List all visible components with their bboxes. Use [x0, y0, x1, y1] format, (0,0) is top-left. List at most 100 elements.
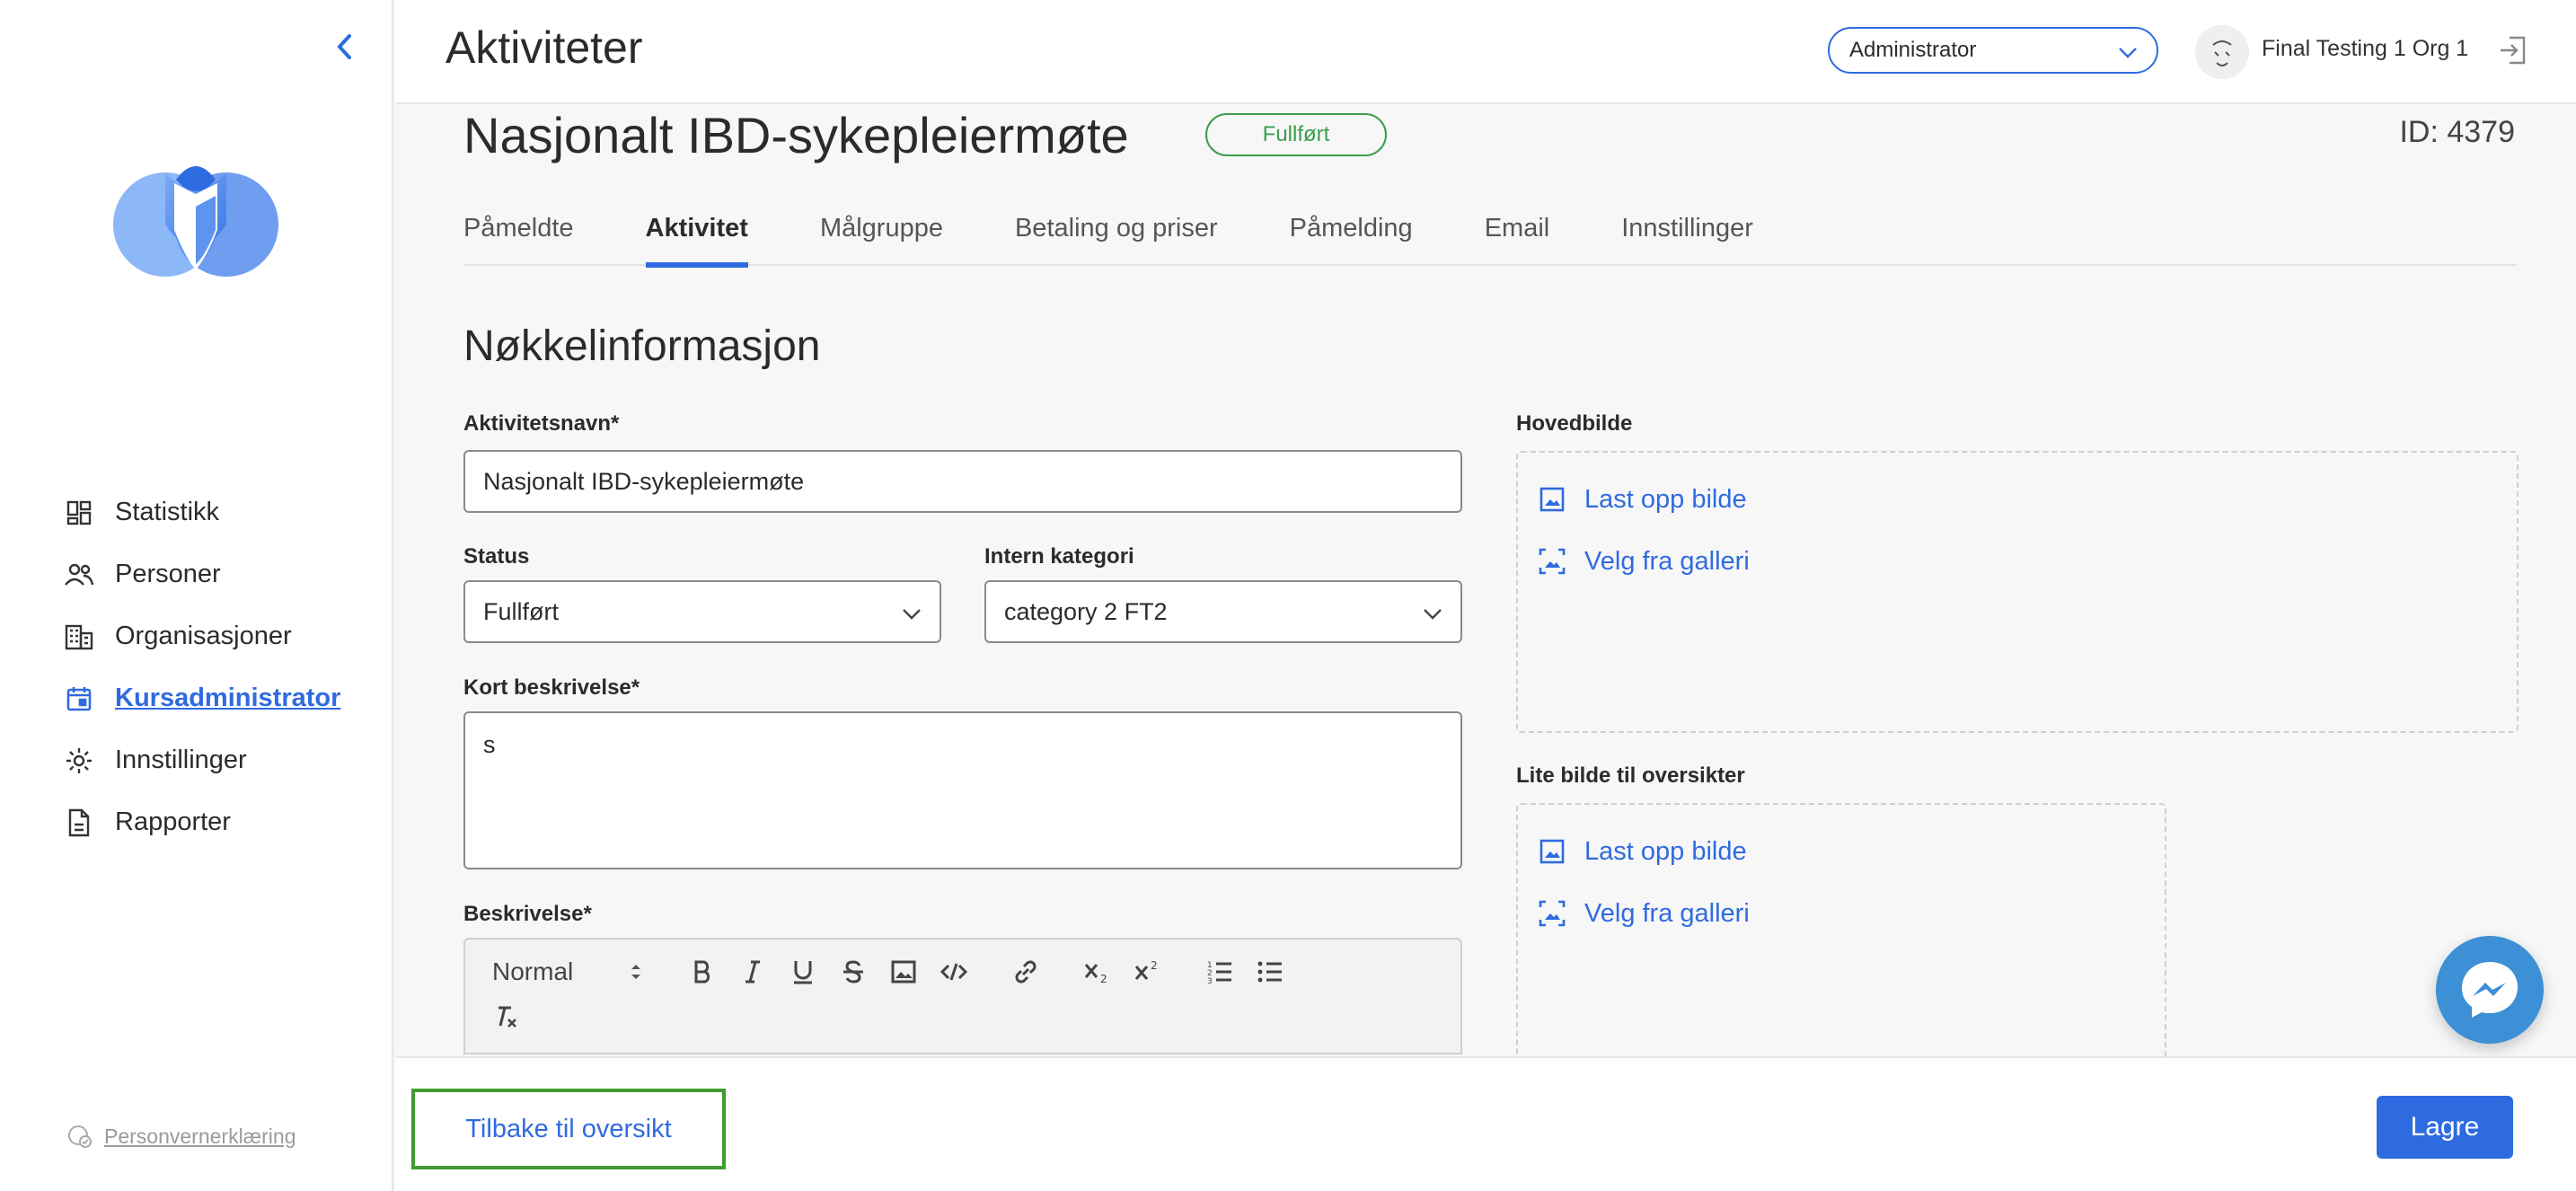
- gallery-icon: [1536, 897, 1568, 930]
- category-select[interactable]: category 2 FT2: [984, 580, 1462, 643]
- activity-id: ID: 4379: [2399, 115, 2515, 149]
- subscript-icon: 2: [1084, 964, 1107, 984]
- upload-image-label: Last opp bilde: [1584, 836, 1747, 866]
- collapse-sidebar-button[interactable]: [329, 31, 361, 63]
- section-title: Nøkkelinformasjon: [463, 322, 821, 370]
- calendar-icon: [63, 683, 95, 715]
- gallery-label: Velg fra galleri: [1584, 546, 1750, 576]
- shield-check-icon: [68, 1125, 92, 1148]
- logout-icon: [2501, 36, 2526, 65]
- footer-bar: Tilbake til oversikt Lagre: [395, 1056, 2576, 1191]
- main-image-label: Hovedbilde: [1516, 411, 1633, 436]
- small-image-gallery-link[interactable]: Velg fra galleri: [1536, 897, 1750, 930]
- image-icon: [1536, 835, 1568, 868]
- tab-email[interactable]: Email: [1485, 205, 1550, 266]
- bold-icon: [694, 960, 710, 984]
- small-image-label: Lite bilde til oversikter: [1516, 763, 1745, 788]
- app-logo: [111, 153, 280, 286]
- subscript-button[interactable]: 2: [1080, 954, 1116, 990]
- page-title: Aktiviteter: [446, 22, 643, 73]
- tab-innstillinger[interactable]: Innstillinger: [1621, 205, 1753, 266]
- tab-malgruppe[interactable]: Målgruppe: [820, 205, 943, 266]
- role-select-value: Administrator: [1849, 38, 1977, 62]
- description-editor-toolbar: Normal 2 2 123: [463, 938, 1462, 1054]
- tab-aktivitet[interactable]: Aktivitet: [645, 205, 749, 268]
- messenger-icon: [2462, 962, 2518, 1018]
- sidebar-nav: Statistikk Personer Organisasjoner Kursa…: [63, 481, 340, 853]
- sidebar-item-organisasjoner[interactable]: Organisasjoner: [63, 605, 340, 667]
- tab-betaling-og-priser[interactable]: Betaling og priser: [1015, 205, 1218, 266]
- code-button[interactable]: [936, 954, 972, 990]
- activity-tabs: Påmeldte Aktivitet Målgruppe Betaling og…: [463, 205, 2517, 268]
- category-label: Intern kategori: [984, 544, 1134, 569]
- org-name: Final Testing 1 Org 1: [2262, 36, 2469, 61]
- privacy-link[interactable]: Personvernerklæring: [66, 1123, 296, 1150]
- italic-button[interactable]: [735, 954, 771, 990]
- sidebar-item-innstillinger[interactable]: Innstillinger: [63, 729, 340, 791]
- sidebar-item-label: Innstillinger: [115, 745, 247, 774]
- sort-icon: [631, 965, 640, 979]
- save-button[interactable]: Lagre: [2377, 1096, 2513, 1159]
- category-select-value: category 2 FT2: [1004, 597, 1168, 625]
- sidebar-item-kursadministrator[interactable]: Kursadministrator: [63, 667, 340, 729]
- superscript-button[interactable]: 2: [1130, 954, 1166, 990]
- status-label: Status: [463, 544, 530, 569]
- strikethrough-button[interactable]: [835, 954, 871, 990]
- status-badge: Fullført: [1205, 113, 1387, 156]
- sidebar-item-label: Organisasjoner: [115, 622, 292, 650]
- chevron-left-icon: [337, 34, 351, 59]
- sidebar-item-label: Personer: [115, 560, 221, 588]
- status-select-value: Fullført: [483, 597, 559, 625]
- role-select[interactable]: Administrator: [1828, 27, 2158, 74]
- main-content: Nasjonalt IBD-sykepleiermøte Fullført ID…: [395, 106, 2576, 1056]
- activity-name-label: Aktivitetsnavn*: [463, 411, 620, 436]
- format-select-value: Normal: [492, 957, 574, 985]
- chevron-down-icon: [903, 609, 921, 620]
- sidebar-item-personer[interactable]: Personer: [63, 543, 340, 605]
- short-description-textarea[interactable]: s: [463, 711, 1462, 869]
- link-button[interactable]: [1008, 954, 1044, 990]
- activity-name-input[interactable]: Nasjonalt IBD-sykepleiermøte: [463, 450, 1462, 513]
- upload-image-label: Last opp bilde: [1584, 484, 1747, 514]
- back-to-overview-button[interactable]: Tilbake til oversikt: [411, 1089, 726, 1169]
- avatar[interactable]: [2195, 25, 2249, 79]
- clear-format-icon: [498, 1006, 516, 1028]
- code-icon: [940, 963, 967, 981]
- sidebar-item-label: Rapporter: [115, 807, 231, 836]
- gallery-icon: [1536, 545, 1568, 578]
- ordered-list-button[interactable]: 123: [1202, 954, 1238, 990]
- sidebar-item-rapporter[interactable]: Rapporter: [63, 791, 340, 853]
- underline-button[interactable]: [785, 954, 821, 990]
- format-select[interactable]: Normal: [492, 954, 654, 990]
- bullet-list-icon: [1257, 961, 1282, 983]
- description-label: Beskrivelse*: [463, 902, 592, 926]
- clear-format-button[interactable]: [489, 999, 525, 1035]
- people-icon: [63, 559, 95, 591]
- sidebar-item-label: Kursadministrator: [115, 684, 341, 712]
- short-description-label: Kort beskrivelse*: [463, 675, 640, 700]
- logout-button[interactable]: [2497, 34, 2529, 66]
- bold-button[interactable]: [684, 954, 720, 990]
- svg-text:3: 3: [1207, 977, 1213, 984]
- small-image-upload-link[interactable]: Last opp bilde: [1536, 835, 1747, 868]
- status-select[interactable]: Fullført: [463, 580, 941, 643]
- messenger-chat-button[interactable]: [2436, 936, 2544, 1044]
- main-image-gallery-link[interactable]: Velg fra galleri: [1536, 545, 1750, 578]
- dashboard-icon: [63, 497, 95, 529]
- bullet-list-button[interactable]: [1252, 954, 1288, 990]
- tab-pamelding[interactable]: Påmelding: [1290, 205, 1413, 266]
- image-icon: [891, 960, 916, 984]
- gear-icon: [63, 745, 95, 777]
- svg-text:2: 2: [1100, 973, 1107, 984]
- ordered-list-icon: 123: [1207, 961, 1231, 984]
- building-icon: [63, 621, 95, 653]
- report-icon: [63, 807, 95, 839]
- sidebar: Statistikk Personer Organisasjoner Kursa…: [0, 0, 393, 1191]
- insert-image-button[interactable]: [886, 954, 922, 990]
- main-image-upload-link[interactable]: Last opp bilde: [1536, 483, 1747, 516]
- sidebar-item-statistikk[interactable]: Statistikk: [63, 481, 340, 543]
- svg-text:2: 2: [1151, 959, 1158, 972]
- image-icon: [1536, 483, 1568, 516]
- tab-pameldte[interactable]: Påmeldte: [463, 205, 574, 266]
- sidebar-item-label: Statistikk: [115, 498, 220, 526]
